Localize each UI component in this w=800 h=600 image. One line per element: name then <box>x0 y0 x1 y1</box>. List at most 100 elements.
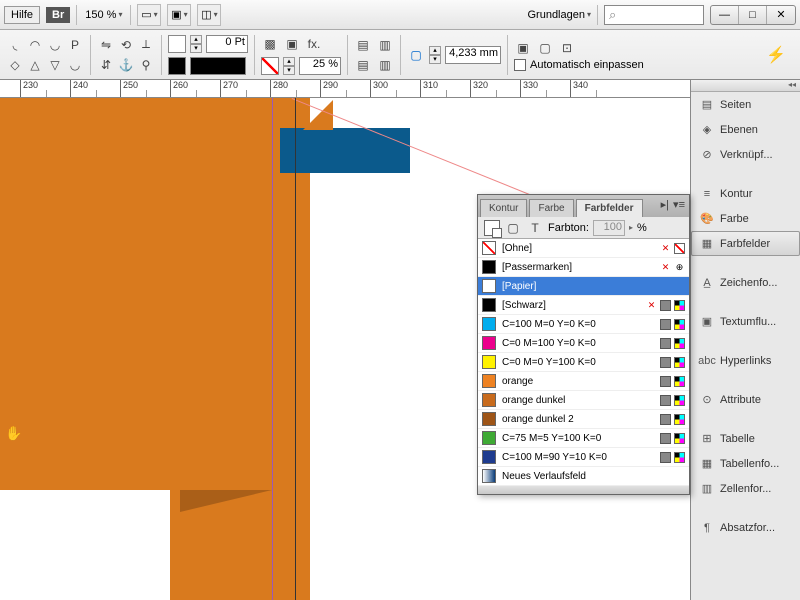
none-swatch[interactable] <box>261 57 279 75</box>
panel-item-farbe[interactable]: 🎨Farbe <box>691 206 800 231</box>
process-icon <box>660 376 671 387</box>
panel-item-verknpf[interactable]: ⊘Verknüpf... <box>691 142 800 167</box>
tint-slider-icon[interactable]: ▸ <box>629 223 633 232</box>
fit-content-icon[interactable]: ▣ <box>514 39 532 57</box>
bridge-button[interactable]: Br <box>46 7 70 23</box>
search-input[interactable] <box>604 5 704 25</box>
corner-icon[interactable]: ◡ <box>46 36 64 54</box>
panel-item-textumflu[interactable]: ▣Textumflu... <box>691 309 800 334</box>
dock-collapse-bar[interactable]: ◂◂ <box>691 80 800 92</box>
maximize-button[interactable]: □ <box>739 6 767 24</box>
swatch-row[interactable]: C=0 M=100 Y=0 K=0 <box>478 334 689 353</box>
screen-mode-icon[interactable]: ▣ <box>167 4 191 26</box>
artwork-shape[interactable] <box>180 490 272 512</box>
swatch-row[interactable]: C=100 M=90 Y=10 K=0 <box>478 448 689 467</box>
swatch-row[interactable]: orange <box>478 372 689 391</box>
text-icon[interactable]: T <box>526 219 544 237</box>
swatch-row[interactable]: [Papier] <box>478 277 689 296</box>
panel-item-attribute[interactable]: ⊙Attribute <box>691 387 800 412</box>
close-button[interactable]: ✕ <box>767 6 795 24</box>
rotate-icon[interactable]: ⟲ <box>117 36 135 54</box>
opacity-stepper[interactable]: ▴▾ <box>283 57 295 75</box>
ref-stepper[interactable]: ▴▾ <box>429 46 441 64</box>
panel-item-seiten[interactable]: ▤Seiten <box>691 92 800 117</box>
anchor-icon[interactable]: ⚲ <box>137 56 155 74</box>
wrap-icon[interactable]: ▥ <box>376 36 394 54</box>
noedit-icon: ✕ <box>646 300 657 311</box>
artwork-shape[interactable] <box>280 128 410 173</box>
help-menu[interactable]: Hilfe <box>4 6 40 24</box>
artwork-shape[interactable] <box>0 98 273 490</box>
swatch-row[interactable]: [Ohne]✕ <box>478 239 689 258</box>
fit-frame-icon[interactable]: ▢ <box>536 39 554 57</box>
opacity-icon[interactable]: ▩ <box>261 35 279 53</box>
anchor-icon[interactable]: ⟂ <box>137 36 155 54</box>
autofit-checkbox[interactable] <box>514 59 526 71</box>
corner-icon[interactable]: ◟ <box>6 36 24 54</box>
menu-bar: Hilfe Br 150 % ▭ ▣ ◫ Grundlagen — □ ✕ <box>0 0 800 30</box>
horizontal-ruler[interactable]: 230240250260270280290300310320330340 <box>0 80 800 98</box>
corner-icon[interactable]: ◡ <box>66 56 84 74</box>
corner-icon[interactable]: △ <box>26 56 44 74</box>
cmyk-icon <box>674 300 685 311</box>
ruler-tick: 320 <box>470 80 520 97</box>
panel-item-tabellenfo[interactable]: ▦Tabellenfo... <box>691 451 800 476</box>
tab-kontur[interactable]: Kontur <box>480 199 527 217</box>
stroke-weight-input[interactable]: 0 Pt <box>206 35 248 53</box>
corner-icon[interactable]: ◠ <box>26 36 44 54</box>
panel-item-farbfelder[interactable]: ▦Farbfelder <box>691 231 800 256</box>
corner-icon[interactable]: ◇ <box>6 56 24 74</box>
tint-input[interactable]: 100 <box>593 220 625 236</box>
anchor-icon[interactable]: ⚓ <box>117 56 135 74</box>
flip-v-icon[interactable]: ⇵ <box>97 56 115 74</box>
stroke-weight-stepper[interactable]: ▴▾ <box>190 35 202 53</box>
tab-farbfelder[interactable]: Farbfelder <box>576 199 643 217</box>
swatch-row[interactable]: Neues Verlaufsfeld <box>478 467 689 486</box>
frame-fit-icon[interactable]: ▢ <box>407 46 425 64</box>
swatch-row[interactable]: orange dunkel 2 <box>478 410 689 429</box>
minimize-button[interactable]: — <box>711 6 739 24</box>
panel-item-zellenfor[interactable]: ▥Zellenfor... <box>691 476 800 501</box>
zoom-level[interactable]: 150 % <box>83 7 124 23</box>
panel-item-hyperlinks[interactable]: abcHyperlinks <box>691 348 800 373</box>
vertical-guide[interactable] <box>272 98 273 600</box>
path-p-icon[interactable]: P <box>66 36 84 54</box>
panel-menu-icon[interactable]: ▾≡ <box>673 198 685 211</box>
fill-stroke-proxy[interactable] <box>484 220 500 236</box>
swatch-chip <box>482 317 496 331</box>
quick-apply-icon[interactable]: ⚡ <box>766 45 794 65</box>
wrap-icon[interactable]: ▥ <box>376 56 394 74</box>
flip-h-icon[interactable]: ⇋ <box>97 36 115 54</box>
dropshadow-icon[interactable]: ▣ <box>283 35 301 53</box>
swatch-row[interactable]: orange dunkel <box>478 391 689 410</box>
swatch-row[interactable]: C=100 M=0 Y=0 K=0 <box>478 315 689 334</box>
vertical-guide[interactable] <box>295 98 296 600</box>
swatch-row[interactable]: [Passermarken]✕⊕ <box>478 258 689 277</box>
opacity-input[interactable]: 25 % <box>299 57 341 75</box>
ruler-tick: 330 <box>520 80 570 97</box>
arrange-icon[interactable]: ◫ <box>197 4 221 26</box>
panel-item-zeichenfo[interactable]: A̲Zeichenfo... <box>691 270 800 295</box>
wrap-icon[interactable]: ▤ <box>354 56 372 74</box>
panel-item-tabelle[interactable]: ⊞Tabelle <box>691 426 800 451</box>
ref-dimension-input[interactable]: 4,233 mm <box>445 46 501 64</box>
ruler-tick: 250 <box>120 80 170 97</box>
tab-farbe[interactable]: Farbe <box>529 199 573 217</box>
panel-item-ebenen[interactable]: ◈Ebenen <box>691 117 800 142</box>
fill-swatch[interactable] <box>168 35 186 53</box>
swatch-row[interactable]: C=75 M=5 Y=100 K=0 <box>478 429 689 448</box>
stroke-style-dropdown[interactable] <box>190 57 246 75</box>
collapse-icon[interactable]: ▸| <box>661 198 669 211</box>
workspace-switcher[interactable]: Grundlagen <box>527 9 591 21</box>
panel-item-kontur[interactable]: ≡Kontur <box>691 181 800 206</box>
swatch-row[interactable]: [Schwarz]✕ <box>478 296 689 315</box>
wrap-icon[interactable]: ▤ <box>354 36 372 54</box>
container-icon[interactable]: ▢ <box>504 219 522 237</box>
center-icon[interactable]: ⊡ <box>558 39 576 57</box>
stroke-swatch[interactable] <box>168 57 186 75</box>
corner-icon[interactable]: ▽ <box>46 56 64 74</box>
panel-item-absatzfor[interactable]: ¶Absatzfor... <box>691 515 800 540</box>
fx-icon[interactable]: fx. <box>305 35 323 53</box>
swatch-row[interactable]: C=0 M=0 Y=100 K=0 <box>478 353 689 372</box>
view-options-icon[interactable]: ▭ <box>137 4 161 26</box>
